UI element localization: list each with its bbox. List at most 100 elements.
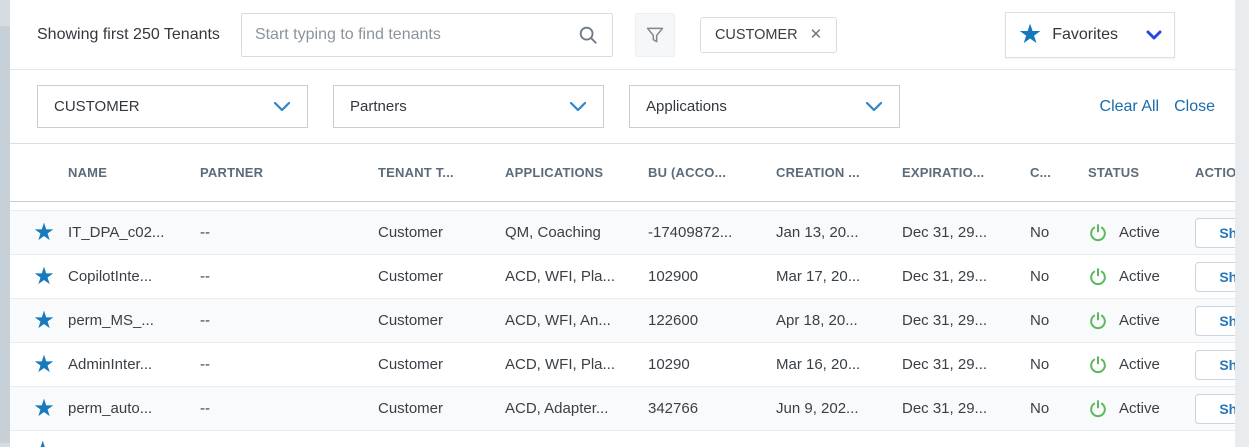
cell-c: No	[1030, 400, 1088, 417]
show-button[interactable]: Show	[1195, 218, 1235, 248]
cell-expiration: Dec 31, 29...	[902, 268, 1030, 285]
search-input[interactable]	[255, 26, 577, 44]
favorite-star-icon[interactable]: ★	[33, 353, 55, 377]
cell-applications: ACD, WFI, Pla...	[505, 356, 648, 373]
clear-all-link[interactable]: Clear All	[1100, 98, 1160, 116]
favorite-star-icon[interactable]: ★	[33, 221, 55, 245]
chevron-down-icon	[865, 101, 883, 112]
cell-c: No	[1030, 356, 1088, 373]
cell-partner: --	[200, 268, 378, 285]
column-header-bu[interactable]: BU (ACCO...	[648, 165, 776, 180]
partial-next-row: ★	[10, 431, 1235, 447]
table-row[interactable]: ★ perm_auto... -- Customer ACD, Adapter.…	[10, 387, 1235, 431]
cell-bu: 342766	[648, 400, 776, 417]
left-edge-strip	[0, 0, 10, 447]
cell-expiration: Dec 31, 29...	[902, 224, 1030, 241]
cell-tenant-type: Customer	[378, 400, 505, 417]
tenant-search-box[interactable]	[241, 13, 613, 57]
favorites-chevron-down-icon	[1146, 30, 1162, 40]
cell-partner: --	[200, 356, 378, 373]
status-text: Active	[1119, 224, 1160, 241]
show-button[interactable]: Show	[1195, 394, 1235, 424]
column-header-tenant-type[interactable]: TENANT T...	[378, 165, 505, 180]
cell-status: Active	[1088, 399, 1195, 419]
column-header-partner[interactable]: PARTNER	[200, 165, 378, 180]
cell-applications: ACD, Adapter...	[505, 400, 648, 417]
cell-name: perm_auto...	[68, 400, 200, 417]
cell-bu: 102900	[648, 268, 776, 285]
favorite-star-icon[interactable]: ★	[33, 309, 55, 333]
power-icon	[1088, 355, 1108, 375]
applications-dropdown[interactable]: Applications	[629, 85, 900, 128]
cell-tenant-type: Customer	[378, 356, 505, 373]
top-toolbar: Showing first 250 Tenants CUSTOMER ✕ ★ F…	[10, 0, 1235, 70]
cell-c: No	[1030, 268, 1088, 285]
cell-partner: --	[200, 224, 378, 241]
favorite-star-icon[interactable]: ★	[33, 397, 55, 421]
cell-applications: QM, Coaching	[505, 224, 648, 241]
power-icon	[1088, 267, 1108, 287]
table-header: NAME PARTNER TENANT T... APPLICATIONS BU…	[10, 144, 1235, 202]
show-button[interactable]: Show	[1195, 306, 1235, 336]
chevron-down-icon	[273, 101, 291, 112]
table-row[interactable]: ★ CopilotInte... -- Customer ACD, WFI, P…	[10, 255, 1235, 299]
cell-status: Active	[1088, 355, 1195, 375]
cell-bu: -17409872...	[648, 224, 776, 241]
table-body: ★ IT_DPA_c02... -- Customer QM, Coaching…	[10, 211, 1235, 431]
column-header-status[interactable]: STATUS	[1088, 165, 1195, 180]
status-text: Active	[1119, 400, 1160, 417]
chevron-down-icon	[569, 101, 587, 112]
table-row[interactable]: ★ AdminInter... -- Customer ACD, WFI, Pl…	[10, 343, 1235, 387]
column-header-creation[interactable]: CREATION ...	[776, 165, 902, 180]
cell-name: AdminInter...	[68, 356, 200, 373]
column-header-applications[interactable]: APPLICATIONS	[505, 165, 648, 180]
cell-applications: ACD, WFI, Pla...	[505, 268, 648, 285]
column-header-name[interactable]: NAME	[68, 165, 200, 180]
status-text: Active	[1119, 268, 1160, 285]
filter-button[interactable]	[635, 13, 675, 57]
table-row[interactable]: ★ IT_DPA_c02... -- Customer QM, Coaching…	[10, 211, 1235, 255]
dropdown-label: CUSTOMER	[54, 98, 140, 115]
right-scrollbar-track[interactable]	[1235, 0, 1249, 447]
power-icon	[1088, 399, 1108, 419]
cell-c: No	[1030, 312, 1088, 329]
cell-expiration: Dec 31, 29...	[902, 400, 1030, 417]
cell-status: Active	[1088, 311, 1195, 331]
column-header-expiration[interactable]: EXPIRATIO...	[902, 165, 1030, 180]
cell-tenant-type: Customer	[378, 224, 505, 241]
cell-partner: --	[200, 312, 378, 329]
filter-panel: CUSTOMER Partners Applications Clear All…	[10, 70, 1235, 144]
power-icon	[1088, 311, 1108, 331]
left-scrollbar-thumb[interactable]	[0, 26, 10, 443]
cell-name: perm_MS_...	[68, 312, 200, 329]
cell-status: Active	[1088, 267, 1195, 287]
chip-remove-icon[interactable]: ✕	[810, 27, 823, 42]
favorites-dropdown[interactable]: ★ Favorites	[1005, 12, 1175, 58]
filter-chip-customer[interactable]: CUSTOMER ✕	[700, 17, 837, 53]
cell-creation: Jan 13, 20...	[776, 224, 902, 241]
cell-name: IT_DPA_c02...	[68, 224, 200, 241]
tenant-type-dropdown[interactable]: CUSTOMER	[37, 85, 308, 128]
partners-dropdown[interactable]: Partners	[333, 85, 604, 128]
cell-name: CopilotInte...	[68, 268, 200, 285]
cell-bu: 10290	[648, 356, 776, 373]
favorites-star-icon: ★	[1018, 21, 1042, 48]
favorites-label: Favorites	[1052, 26, 1118, 44]
dropdown-label: Applications	[646, 98, 727, 115]
column-header-actions[interactable]: ACTIO	[1195, 165, 1235, 180]
cell-partner: --	[200, 400, 378, 417]
column-header-c[interactable]: C...	[1030, 165, 1088, 180]
cell-applications: ACD, WFI, An...	[505, 312, 648, 329]
favorite-star-icon[interactable]: ★	[32, 439, 54, 447]
table-row[interactable]: ★ perm_MS_... -- Customer ACD, WFI, An..…	[10, 299, 1235, 343]
search-icon[interactable]	[577, 24, 599, 46]
close-link[interactable]: Close	[1174, 98, 1215, 116]
cell-c: No	[1030, 224, 1088, 241]
cell-bu: 122600	[648, 312, 776, 329]
cell-expiration: Dec 31, 29...	[902, 312, 1030, 329]
show-button[interactable]: Show	[1195, 350, 1235, 380]
favorite-star-icon[interactable]: ★	[33, 265, 55, 289]
cell-status: Active	[1088, 223, 1195, 243]
show-button[interactable]: Show	[1195, 262, 1235, 292]
cell-creation: Mar 17, 20...	[776, 268, 902, 285]
